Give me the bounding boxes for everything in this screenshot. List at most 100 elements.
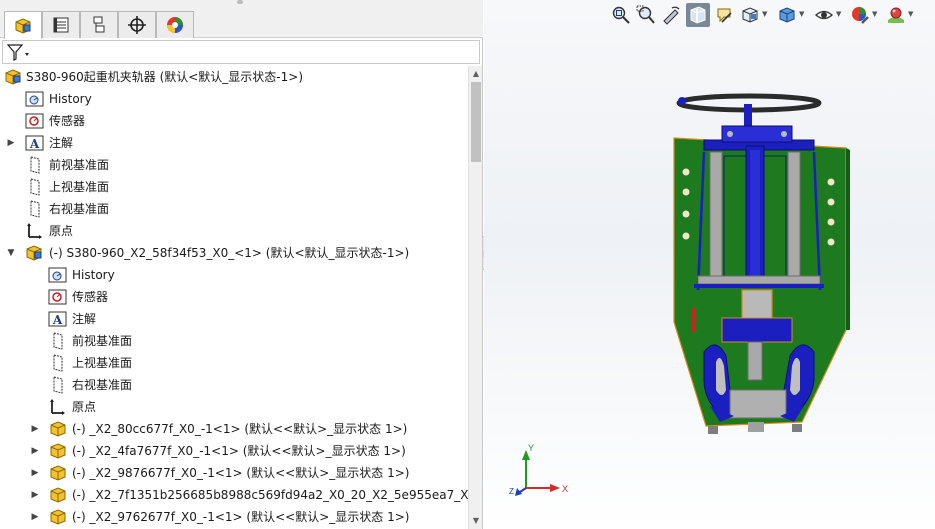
part-icon: [48, 464, 67, 482]
chevron-down-icon[interactable]: ▼: [799, 10, 804, 18]
origin-icon: [25, 222, 44, 240]
tab-dimxpert-manager[interactable]: [118, 11, 156, 38]
sensor-icon: [25, 112, 44, 130]
history-icon: [25, 90, 44, 108]
collapse-arrow-icon[interactable]: ▼: [6, 247, 16, 259]
tab-property-manager[interactable]: [42, 11, 80, 38]
chevron-down-icon[interactable]: ▼: [762, 10, 767, 18]
tree-item-origin[interactable]: 原点: [0, 220, 468, 242]
chevron-down-icon[interactable]: ▼: [908, 10, 913, 18]
triad-z-label: Z: [509, 487, 514, 496]
panel-grip[interactable]: [237, 0, 243, 4]
tree-item-label: History: [49, 92, 92, 106]
tree-part-label: (-) _X2_4fa7677f_X0_-1<1> (默认<<默认>_显示状态 …: [72, 444, 406, 458]
expand-arrow-icon[interactable]: ▶: [30, 489, 40, 501]
zoom-to-area-button[interactable]: [635, 3, 657, 27]
triad-x-label: X: [562, 484, 568, 494]
tree-part[interactable]: ▶ (-) _X2_7f1351b256685b8988c569fd94a2_X…: [0, 484, 468, 506]
display-style-button[interactable]: [776, 3, 798, 27]
expand-arrow-icon[interactable]: ▶: [30, 511, 40, 523]
coordinate-triad: X Y Z: [509, 443, 568, 496]
tab-configuration-manager[interactable]: [80, 11, 118, 38]
crosshair-icon: [128, 16, 146, 34]
tree-root-assembly[interactable]: S380-960起重机夹轨器 (默认<默认_显示状态-1>): [0, 66, 468, 88]
scroll-down-icon[interactable]: ▼: [469, 515, 483, 527]
tab-feature-manager[interactable]: [4, 11, 42, 39]
eye-icon: [815, 10, 833, 20]
sub-item-annotations[interactable]: A 注解: [0, 308, 468, 330]
assembly-icon: [25, 244, 44, 262]
apply-scene-button[interactable]: [885, 3, 907, 27]
tree-item-history[interactable]: History: [0, 88, 468, 110]
tree-part-label: (-) _X2_9762677f_X0_-1<1> (默认<<默认>_显示状态 …: [72, 510, 410, 524]
plane-icon: [48, 354, 67, 372]
tree-item-label: 上视基准面: [72, 356, 133, 370]
sub-item-sensors[interactable]: 传感器: [0, 286, 468, 308]
sub-item-front-plane[interactable]: 前视基准面: [0, 330, 468, 352]
manager-tab-bar: [0, 0, 483, 39]
tree-item-top-plane[interactable]: 上视基准面: [0, 176, 468, 198]
chevron-down-icon[interactable]: ▼: [872, 10, 877, 18]
graphics-viewport[interactable]: ▼ ▼ ▼ ▼ ▼ X Y Z: [484, 0, 935, 529]
sub-item-origin[interactable]: 原点: [0, 396, 468, 418]
plane-icon: [48, 332, 67, 350]
svg-text:A: A: [52, 313, 63, 327]
color-wheel-icon: [167, 17, 183, 33]
tree-part[interactable]: ▶ (-) _X2_4fa7677f_X0_-1<1> (默认<<默认>_显示状…: [0, 440, 468, 462]
tree-part[interactable]: ▶ (-) _X2_9876677f_X0_-1<1> (默认<<默认>_显示状…: [0, 462, 468, 484]
tree-item-annotations[interactable]: ▶ A 注解: [0, 132, 468, 154]
view-orientation-icon: [742, 7, 758, 23]
tree-item-label: 传感器: [49, 114, 86, 128]
filter-icon[interactable]: [6, 43, 32, 63]
plane-icon: [25, 156, 44, 174]
tree-scrollbar[interactable]: ▲ ▼: [468, 66, 482, 529]
tree-item-label: 右视基准面: [49, 202, 110, 216]
tree-item-label: 注解: [49, 136, 74, 150]
hide-show-items-button[interactable]: [813, 3, 835, 27]
tree-item-right-plane[interactable]: 右视基准面: [0, 198, 468, 220]
tree-item-label: 前视基准面: [49, 158, 110, 172]
tree-item-label: 右视基准面: [72, 378, 133, 392]
plane-icon: [25, 178, 44, 196]
assembly-icon: [4, 68, 23, 86]
tree-part[interactable]: ▶ (-) _X2_80cc677f_X0_-1<1> (默认<<默认>_显示状…: [0, 418, 468, 440]
dynamic-annotation-button[interactable]: [713, 3, 735, 27]
sub-item-history[interactable]: History: [0, 264, 468, 286]
tree-item-label: 原点: [49, 224, 74, 238]
zoom-area-icon: [636, 5, 655, 24]
edit-appearance-button[interactable]: [849, 3, 871, 27]
tab-display-manager[interactable]: [156, 11, 194, 38]
chevron-down-icon[interactable]: ▼: [836, 10, 841, 18]
expand-arrow-icon[interactable]: ▶: [6, 137, 16, 149]
section-view-button[interactable]: [686, 3, 710, 27]
tree-item-label: History: [72, 268, 115, 282]
tree-item-front-plane[interactable]: 前视基准面: [0, 154, 468, 176]
sub-item-right-plane[interactable]: 右视基准面: [0, 374, 468, 396]
tree-subassembly[interactable]: ▼ (-) S380-960_X2_58f34f53_X0_<1> (默认<默认…: [0, 242, 468, 264]
zoom-to-fit-button[interactable]: [610, 3, 632, 27]
filter-bar[interactable]: [2, 40, 480, 64]
scene-icon: [888, 7, 904, 23]
dynamic-annotation-icon: [717, 8, 732, 23]
expand-arrow-icon[interactable]: ▶: [30, 467, 40, 479]
tree-item-label: 注解: [72, 312, 97, 326]
tree-item-sensors[interactable]: 传感器: [0, 110, 468, 132]
expand-arrow-icon[interactable]: ▶: [30, 445, 40, 457]
expand-arrow-icon[interactable]: ▶: [30, 423, 40, 435]
tree-part[interactable]: ▶ (-) _X2_9762677f_X0_-1<1> (默认<<默认>_显示状…: [0, 506, 468, 528]
display-style-icon: [779, 7, 795, 23]
configuration-icon: [93, 16, 105, 33]
zoom-fit-icon: [612, 6, 630, 24]
plane-icon: [25, 200, 44, 218]
scroll-thumb[interactable]: [471, 82, 481, 162]
view-orientation-button[interactable]: [739, 3, 761, 27]
feature-tree: S380-960起重机夹轨器 (默认<默认_显示状态-1>) History 传…: [0, 66, 468, 529]
part-icon: [48, 486, 67, 504]
previous-view-button[interactable]: [660, 3, 682, 27]
feature-manager-panel: S380-960起重机夹轨器 (默认<默认_显示状态-1>) History 传…: [0, 0, 483, 529]
part-icon: [48, 420, 67, 438]
rail-clamp-3d-model[interactable]: [664, 90, 854, 445]
sub-item-top-plane[interactable]: 上视基准面: [0, 352, 468, 374]
scroll-up-icon[interactable]: ▲: [469, 68, 483, 80]
subassembly-label: (-) S380-960_X2_58f34f53_X0_<1> (默认<默认_显…: [49, 246, 410, 260]
